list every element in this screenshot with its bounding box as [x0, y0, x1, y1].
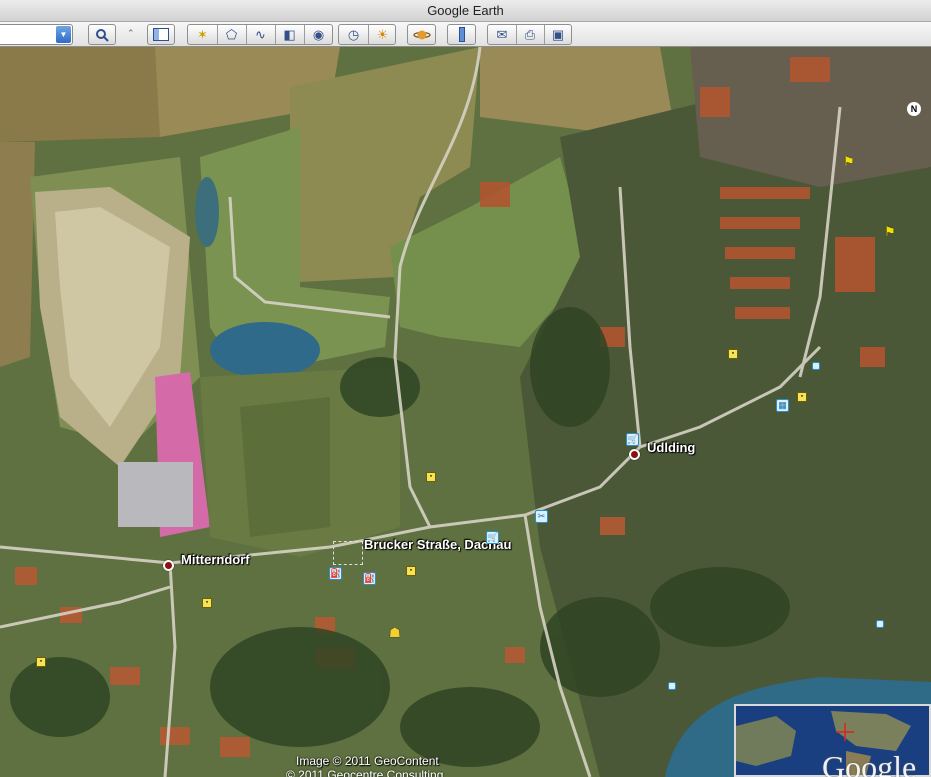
udlding-marker[interactable] [629, 449, 640, 460]
north-indicator[interactable]: N [907, 102, 921, 116]
switch-planet-button[interactable] [407, 24, 436, 45]
email-button[interactable]: ✉ [488, 25, 516, 44]
window-title: Google Earth [427, 3, 504, 18]
share-tools-group: ✉ ⎙ ▣ [487, 24, 572, 45]
satellite-imagery [0, 47, 931, 777]
magnifier-icon [95, 29, 109, 45]
poi-marker-icon[interactable]: ▪ [406, 566, 416, 576]
gas-station-icon[interactable]: ⛽ [329, 567, 342, 580]
building-icon[interactable]: ▦ [776, 399, 789, 412]
polygon-icon: ⬠ [225, 27, 238, 42]
path-icon: ∿ [255, 27, 266, 42]
sidebar-toggle-button[interactable] [147, 24, 175, 45]
window-title-bar: Google Earth [0, 0, 931, 22]
tour-camera-icon: ◉ [312, 27, 325, 42]
poi-marker-icon[interactable] [812, 362, 820, 370]
historical-imagery-button[interactable]: ◷ [339, 25, 368, 44]
flag-icon[interactable]: ⚑ [884, 225, 898, 239]
sidebar-icon [153, 28, 169, 44]
add-placemark-button[interactable]: ✶ [188, 25, 217, 44]
udlding-label[interactable]: Udlding [647, 440, 695, 455]
imagery-credit-2: © 2011 Geocentre Consulting [286, 768, 444, 777]
search-dropdown-button[interactable]: ▼ [56, 26, 71, 43]
ruler-button[interactable] [447, 24, 476, 45]
toolbar: ▼ ⌃ ✶ ⬠ ∿ ◧ ◉ ◷ ☀ ✉ ⎙ ▣ [0, 22, 931, 47]
ruler-icon [458, 27, 465, 45]
google-maps-icon: ▣ [551, 27, 565, 42]
placemark-icon: ✶ [197, 27, 208, 42]
search-result-highlight [333, 541, 363, 565]
mitterndorf-marker[interactable] [163, 560, 174, 571]
search-button[interactable] [88, 24, 116, 45]
shopping-cart-icon[interactable]: 🛒 [626, 433, 639, 446]
shopping-cart-icon[interactable]: 🛒 [486, 531, 499, 544]
hair-salon-icon[interactable]: ✂ [535, 510, 548, 523]
view-in-maps-button[interactable]: ▣ [544, 25, 572, 44]
clock-icon: ◷ [347, 27, 360, 42]
add-polygon-button[interactable]: ⬠ [217, 25, 246, 44]
poi-marker-icon[interactable]: ▪ [426, 472, 436, 482]
poi-marker-icon[interactable]: ▪ [36, 657, 46, 667]
poi-marker-icon[interactable] [876, 620, 884, 628]
poi-marker-icon[interactable]: ▪ [202, 598, 212, 608]
search-input[interactable]: ▼ [0, 24, 73, 45]
poi-marker-icon[interactable] [668, 682, 676, 690]
placemark-tools-group: ✶ ⬠ ∿ ◧ ◉ [187, 24, 333, 45]
mitterndorf-label[interactable]: Mitterndorf [181, 552, 250, 567]
time-tools-group: ◷ ☀ [338, 24, 396, 45]
record-tour-button[interactable]: ◉ [304, 25, 333, 44]
add-image-overlay-button[interactable]: ◧ [275, 25, 304, 44]
add-path-button[interactable]: ∿ [246, 25, 275, 44]
flag-icon[interactable]: ⚑ [843, 155, 857, 169]
chevron-up-icon: ⌃ [127, 28, 135, 38]
image-overlay-icon: ◧ [283, 27, 296, 42]
sunlight-button[interactable]: ☀ [368, 25, 397, 44]
gas-station-icon[interactable]: ⛽ [363, 572, 376, 585]
poi-marker-icon[interactable]: ▪ [797, 392, 807, 402]
email-icon: ✉ [496, 27, 508, 42]
sunlight-icon: ☀ [376, 27, 389, 42]
poi-marker-icon[interactable]: ▪ [728, 349, 738, 359]
google-logo: Google [822, 749, 917, 777]
photo-icon[interactable]: ☗ [389, 626, 403, 640]
earth-map-view[interactable]: N Udlding Mitterndorf Brucker Straße, Da… [0, 47, 931, 777]
planet-icon [412, 30, 431, 45]
print-icon: ⎙ [524, 27, 536, 42]
print-button[interactable]: ⎙ [516, 25, 544, 44]
imagery-credit: Image © 2011 GeoContent [296, 754, 439, 768]
